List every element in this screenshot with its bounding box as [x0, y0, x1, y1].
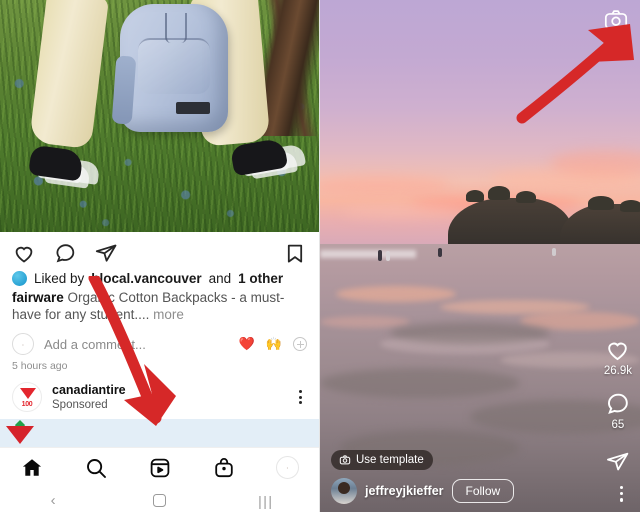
instagram-feed-panel: Liked by blocal.vancouver and 1 other fa… [0, 0, 320, 512]
reel-comment-count: 65 [611, 419, 625, 431]
reel-menu-button[interactable] [619, 486, 623, 502]
reel-beach-figure [438, 248, 442, 257]
reel-beach-figure [378, 250, 382, 261]
canadiantire-logo-text: 100 [21, 401, 33, 408]
comment-icon [608, 393, 629, 415]
reels-icon [150, 458, 170, 477]
reel-panel: 26.9k 65 Use template jeffreyjkieffer Fo… [320, 0, 640, 512]
reel-share-button[interactable] [605, 449, 630, 479]
sidebar-item-profile[interactable]: • [276, 456, 299, 479]
system-home-button[interactable] [134, 487, 184, 512]
quick-reaction-group: ❤️ 🙌 [239, 336, 307, 352]
system-back-button[interactable]: ‹ [28, 487, 78, 512]
liked-by-username[interactable]: blocal.vancouver [91, 271, 201, 286]
heart-icon[interactable] [12, 241, 36, 265]
sponsored-post-header: 100 canadiantire Sponsored [0, 372, 319, 419]
sponsored-label: Sponsored [52, 398, 108, 411]
liker-avatar [12, 271, 27, 286]
reel-like-button[interactable] [604, 336, 631, 363]
current-user-avatar: • [12, 333, 34, 355]
heart-icon [608, 342, 628, 361]
canadiantire-logo[interactable]: 100 [12, 382, 42, 412]
sidebar-item-home[interactable] [20, 456, 44, 480]
raised-hands-emoji-icon[interactable]: 🙌 [266, 336, 282, 352]
caption-more-link[interactable]: more [153, 307, 184, 322]
bookmark-icon[interactable] [283, 241, 307, 265]
use-template-label: Use template [356, 453, 424, 466]
caption-username[interactable]: fairware [12, 290, 64, 305]
use-template-chip[interactable]: Use template [331, 450, 433, 470]
liked-by-row[interactable]: Liked by blocal.vancouver and 1 other [0, 269, 319, 286]
post-action-bar [0, 232, 319, 269]
android-system-nav: ‹ ||| [0, 487, 319, 512]
comment-icon[interactable] [53, 241, 77, 265]
follow-button[interactable]: Follow [451, 479, 515, 503]
backpack-zipper [165, 13, 187, 43]
post-photo[interactable] [0, 0, 319, 232]
search-icon [87, 458, 106, 478]
reel-beach-figure [386, 251, 390, 261]
reel-beach-figure [552, 248, 556, 256]
sidebar-item-shop[interactable] [212, 456, 236, 480]
share-icon[interactable] [94, 241, 118, 265]
home-icon [22, 458, 42, 476]
reel-like-count: 26.9k [603, 365, 632, 377]
liked-by-others[interactable]: 1 other [238, 271, 283, 286]
shop-bag-icon [215, 457, 233, 477]
reel-comment-button[interactable] [604, 390, 631, 417]
sidebar-item-search[interactable] [84, 456, 108, 480]
sponsored-text-block: canadiantire Sponsored [52, 383, 283, 412]
partial-brand-logo-icon [6, 420, 34, 444]
camera-icon [604, 10, 628, 30]
camera-icon [339, 454, 351, 464]
reel-engagement-rail: 26.9k 65 [604, 336, 632, 444]
sponsored-post-menu-icon[interactable] [293, 390, 307, 404]
liked-by-conjunction: and [208, 271, 232, 286]
camera-button[interactable] [603, 7, 629, 38]
system-recents-button[interactable]: ||| [241, 487, 291, 512]
liked-by-prefix: Liked by [34, 271, 85, 286]
backpack-brand-label [176, 102, 210, 114]
next-sponsored-post-banner[interactable] [0, 419, 319, 447]
add-comment-input[interactable]: Add a comment... [44, 337, 229, 352]
heart-emoji-icon[interactable]: ❤️ [239, 336, 255, 352]
reel-author-row: jeffreyjkieffer Follow [331, 478, 515, 504]
post-caption: fairware Organic Cotton Backpacks - a mu… [0, 286, 319, 323]
share-icon [607, 452, 629, 471]
photo-blue-backpack [111, 4, 228, 132]
profile-avatar: • [276, 456, 299, 479]
instagram-tab-bar: • [0, 447, 319, 487]
reel-surf-line [320, 250, 416, 258]
backpack-strap [111, 55, 137, 125]
post-timestamp: 5 hours ago [12, 360, 68, 372]
canadiantire-triangle-mark [20, 388, 36, 399]
add-emoji-icon[interactable] [293, 337, 307, 351]
sponsored-account-name[interactable]: canadiantire [52, 383, 126, 397]
reel-author-username[interactable]: jeffreyjkieffer [365, 484, 444, 498]
add-comment-row[interactable]: • Add a comment... ❤️ 🙌 [0, 323, 319, 355]
sidebar-item-reels[interactable] [148, 456, 172, 480]
avatar[interactable] [331, 478, 357, 504]
